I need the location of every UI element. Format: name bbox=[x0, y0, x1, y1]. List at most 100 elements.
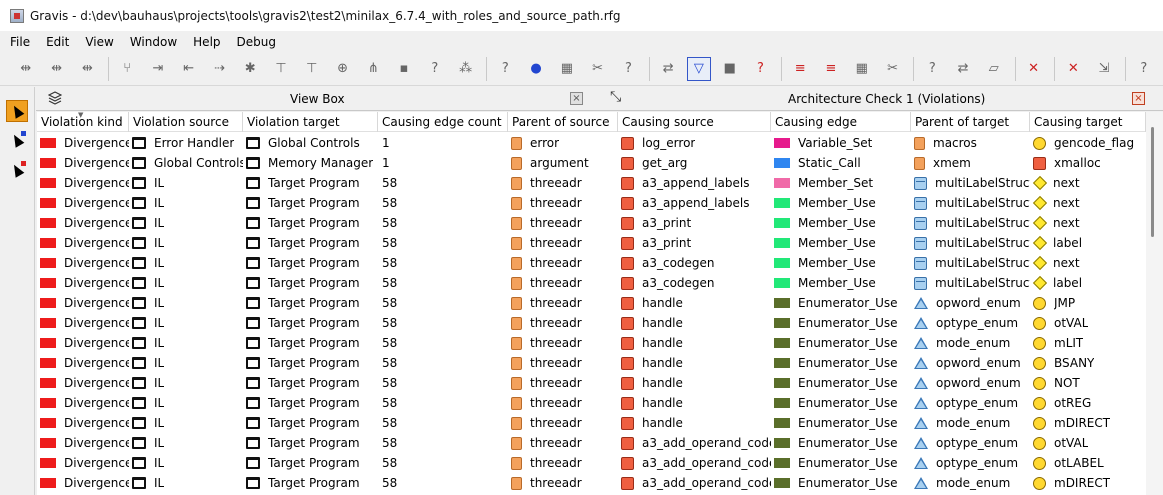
table-row[interactable]: Divergence Global Controls Memory Manager 1… bbox=[37, 153, 1146, 173]
table-row[interactable]: Divergence IL Target Program 58 threeadr a3_p… bbox=[37, 233, 1146, 253]
divergence-icon bbox=[40, 478, 56, 488]
column-header[interactable]: Parent of target bbox=[911, 112, 1030, 132]
vertical-scrollbar[interactable] bbox=[1146, 112, 1163, 495]
table-row[interactable]: Divergence IL Target Program 58 threeadr a3_p… bbox=[37, 213, 1146, 233]
remove-red2-icon[interactable]: ✕ bbox=[1061, 57, 1085, 81]
module-icon[interactable]: ▪ bbox=[392, 57, 416, 81]
table-row[interactable]: Divergence IL Target Program 58 threeadr hand… bbox=[37, 293, 1146, 313]
blue-dot-edge-icon[interactable]: ● bbox=[524, 57, 548, 81]
cut-icon[interactable]: ✂ bbox=[586, 57, 610, 81]
red-edges2-icon[interactable]: ≡ bbox=[819, 57, 843, 81]
layout-mid-icon[interactable]: ⇹ bbox=[45, 57, 69, 81]
red-question-icon[interactable]: ? bbox=[749, 57, 773, 81]
table-row[interactable]: Divergence IL Target Program 58 threeadr a3_a… bbox=[37, 193, 1146, 213]
arch-check-close-button[interactable]: × bbox=[1132, 92, 1145, 105]
help-query-icon[interactable]: ? bbox=[493, 57, 517, 81]
violation-source-cell-text: IL bbox=[154, 316, 165, 330]
square-icon[interactable]: ■ bbox=[718, 57, 742, 81]
violation-kind-cell-text: Divergence bbox=[64, 236, 129, 250]
table-row[interactable]: Divergence Error Handler Global Controls 1 e… bbox=[37, 133, 1146, 153]
tree-star-icon[interactable]: ⊤ bbox=[300, 57, 324, 81]
causing-edge-cell: Static_Call bbox=[771, 153, 911, 173]
column-header[interactable]: Causing source bbox=[618, 112, 771, 132]
menu-view[interactable]: View bbox=[79, 35, 119, 49]
grid-icon[interactable]: ▦ bbox=[555, 57, 579, 81]
question3-icon[interactable]: ? bbox=[1132, 57, 1156, 81]
question2-icon[interactable]: ? bbox=[920, 57, 944, 81]
edge-count-cell: 58 bbox=[378, 293, 508, 313]
split-icon[interactable]: ⇥ bbox=[146, 57, 170, 81]
view-box-close-button[interactable]: × bbox=[570, 92, 583, 105]
pin-icon[interactable]: ⤡ bbox=[610, 89, 621, 105]
causing-source-cell: a3_add_operand_code bbox=[618, 433, 771, 453]
filter-icon[interactable]: ▽ bbox=[687, 56, 711, 81]
function-icon bbox=[621, 476, 634, 490]
swap2-icon[interactable]: ⇄ bbox=[951, 57, 975, 81]
select-blue-icon[interactable] bbox=[6, 129, 28, 151]
select-arrow-icon[interactable] bbox=[6, 100, 28, 122]
enum-type-icon bbox=[914, 397, 928, 409]
causing-target-cell-text: mLIT bbox=[1054, 336, 1084, 350]
table-row[interactable]: Divergence IL Target Program 58 threeadr a3_a… bbox=[37, 433, 1146, 453]
star-icon[interactable]: ✱ bbox=[238, 57, 262, 81]
violation-target-cell: Global Controls bbox=[243, 133, 378, 153]
menu-debug[interactable]: Debug bbox=[231, 35, 282, 49]
folder-icon bbox=[132, 157, 146, 169]
network-icon[interactable]: ⋔ bbox=[361, 57, 385, 81]
menu-window[interactable]: Window bbox=[124, 35, 183, 49]
table-row[interactable]: Divergence IL Target Program 58 threeadr hand… bbox=[37, 393, 1146, 413]
column-header[interactable]: Violation source bbox=[129, 112, 243, 132]
red-edges-icon[interactable]: ≡ bbox=[788, 57, 812, 81]
connect-icon[interactable]: ⇢ bbox=[208, 57, 232, 81]
table-row[interactable]: Divergence IL Target Program 58 threeadr hand… bbox=[37, 333, 1146, 353]
causing-target-cell: mLIT bbox=[1030, 333, 1146, 353]
causing-target-cell-text: otVAL bbox=[1054, 316, 1089, 330]
menu-help[interactable]: Help bbox=[187, 35, 226, 49]
table-row[interactable]: Divergence IL Target Program 58 threeadr a3_a… bbox=[37, 173, 1146, 193]
member-icon bbox=[1032, 275, 1048, 291]
layout-left-icon[interactable]: ⇹ bbox=[14, 57, 38, 81]
edge-count-cell-text: 1 bbox=[382, 136, 390, 150]
question-icon[interactable]: ? bbox=[617, 57, 641, 81]
group-tree-icon[interactable]: ⊕ bbox=[331, 57, 355, 81]
causing-edge-cell: Enumerator_Use bbox=[771, 333, 911, 353]
tree-icon[interactable]: ⊤ bbox=[269, 57, 293, 81]
column-header[interactable]: Causing edge bbox=[771, 112, 911, 132]
select-red-icon[interactable] bbox=[6, 159, 28, 181]
swap-icon[interactable]: ⇄ bbox=[656, 57, 680, 81]
query-dot-icon[interactable]: ? bbox=[423, 57, 447, 81]
member-icon bbox=[1032, 175, 1048, 191]
move-icon[interactable]: ⇲ bbox=[1092, 57, 1116, 81]
menu-file[interactable]: File bbox=[4, 35, 36, 49]
enum-literal-icon bbox=[1033, 436, 1046, 450]
column-header[interactable]: Violation target bbox=[243, 112, 378, 132]
color-nodes-icon[interactable]: ⁂ bbox=[454, 57, 478, 81]
table-row[interactable]: Divergence IL Target Program 58 threeadr a3_c… bbox=[37, 253, 1146, 273]
layout-right-icon[interactable]: ⇹ bbox=[76, 57, 100, 81]
column-header[interactable]: Causing edge count bbox=[378, 112, 508, 132]
cut2-icon[interactable]: ✂ bbox=[881, 57, 905, 81]
table-row[interactable]: Divergence IL Target Program 58 threeadr hand… bbox=[37, 353, 1146, 373]
table-row[interactable]: Divergence IL Target Program 58 threeadr hand… bbox=[37, 373, 1146, 393]
struct-icon bbox=[914, 256, 927, 270]
violation-source-cell-text: IL bbox=[154, 356, 165, 370]
grid2-icon[interactable]: ▦ bbox=[850, 57, 874, 81]
table-row[interactable]: Divergence IL Target Program 58 threeadr hand… bbox=[37, 413, 1146, 433]
edge-type-icon bbox=[774, 238, 790, 248]
scrollbar-thumb[interactable] bbox=[1151, 127, 1154, 237]
merge-icon[interactable]: ⇤ bbox=[177, 57, 201, 81]
causing-target-cell-text: BSANY bbox=[1054, 356, 1095, 370]
column-header[interactable]: Causing target bbox=[1030, 112, 1146, 132]
column-header[interactable]: Parent of source bbox=[508, 112, 618, 132]
hierarchy-icon[interactable]: ⑂ bbox=[115, 57, 139, 81]
violation-target-cell: Target Program bbox=[243, 453, 378, 473]
parallelogram-icon[interactable]: ▱ bbox=[982, 57, 1006, 81]
table-row[interactable]: Divergence IL Target Program 58 threeadr a3_a… bbox=[37, 473, 1146, 493]
remove-red-icon[interactable]: ✕ bbox=[1022, 57, 1046, 81]
table-row[interactable]: Divergence IL Target Program 58 threeadr a3_c… bbox=[37, 273, 1146, 293]
causing-target-cell: otLABEL bbox=[1030, 453, 1146, 473]
table-row[interactable]: Divergence IL Target Program 58 threeadr hand… bbox=[37, 313, 1146, 333]
menu-edit[interactable]: Edit bbox=[40, 35, 75, 49]
table-row[interactable]: Divergence IL Target Program 58 threeadr a3_a… bbox=[37, 453, 1146, 473]
causing-target-cell: mDIRECT bbox=[1030, 473, 1146, 493]
